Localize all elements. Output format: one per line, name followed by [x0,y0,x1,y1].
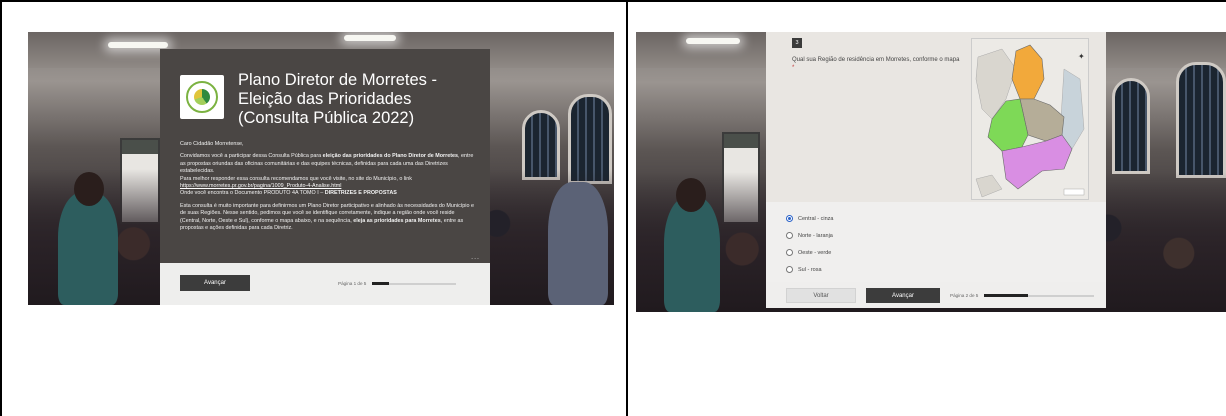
option-sul[interactable]: Sul - rosa [786,261,833,278]
produto-link[interactable]: https://www.morretes.pr.gov.br/pagina/10… [180,183,341,189]
form-description: Caro Cidadão Morretense, Convidamos você… [180,141,476,237]
form-title: Plano Diretor de Morretes - Eleição das … [238,71,437,127]
page-progress: Página 2 de 5 [950,293,1095,298]
more-ellipsis[interactable]: ... [471,254,480,261]
region-options: Central - cinza Norte - laranja Oeste - … [786,210,833,278]
option-central[interactable]: Central - cinza [786,210,833,227]
panel-divider [626,0,628,416]
page-indicator: Página 2 de 5 [950,293,979,298]
intro-text: Convidamos você a participar dessa Consu… [180,153,474,197]
back-button[interactable]: Voltar [786,288,856,303]
next-button[interactable]: Avançar [180,275,250,291]
option-oeste[interactable]: Oeste - verde [786,244,833,261]
option-norte[interactable]: Norte - laranja [786,227,833,244]
page-progress: Página 1 de 5 [338,281,457,286]
question-header: 3 Qual sua Região de residência em Morre… [766,32,1106,202]
question-footer: Voltar Avançar Página 2 de 5 [766,282,1106,308]
north-arrow-icon: ✦ [1078,52,1085,61]
radio-icon[interactable] [786,266,793,273]
page-indicator: Página 1 de 5 [338,281,367,286]
importance-text: Esta consulta é muito importante para de… [180,202,474,232]
greeting-text: Caro Cidadão Morretense, [180,141,244,147]
required-mark: * [792,65,795,71]
form-intro-card: Plano Diretor de Morretes - Eleição das … [160,49,490,305]
regions-map-graphic: ✦ [972,39,1088,199]
question-card: 3 Qual sua Região de residência em Morre… [766,32,1106,308]
radio-icon[interactable] [786,249,793,256]
regions-map: ✦ [971,38,1089,200]
question-number: 3 [792,38,802,48]
form-footer: Avançar Página 1 de 5 [160,263,490,305]
progress-bar [984,294,1029,297]
question-text: Qual sua Região de residência em Morrete… [792,57,960,71]
next-button[interactable]: Avançar [866,288,940,303]
progress-bar [372,282,390,285]
radio-icon[interactable] [786,215,793,222]
morretes-logo [180,75,224,119]
radio-icon[interactable] [786,232,793,239]
